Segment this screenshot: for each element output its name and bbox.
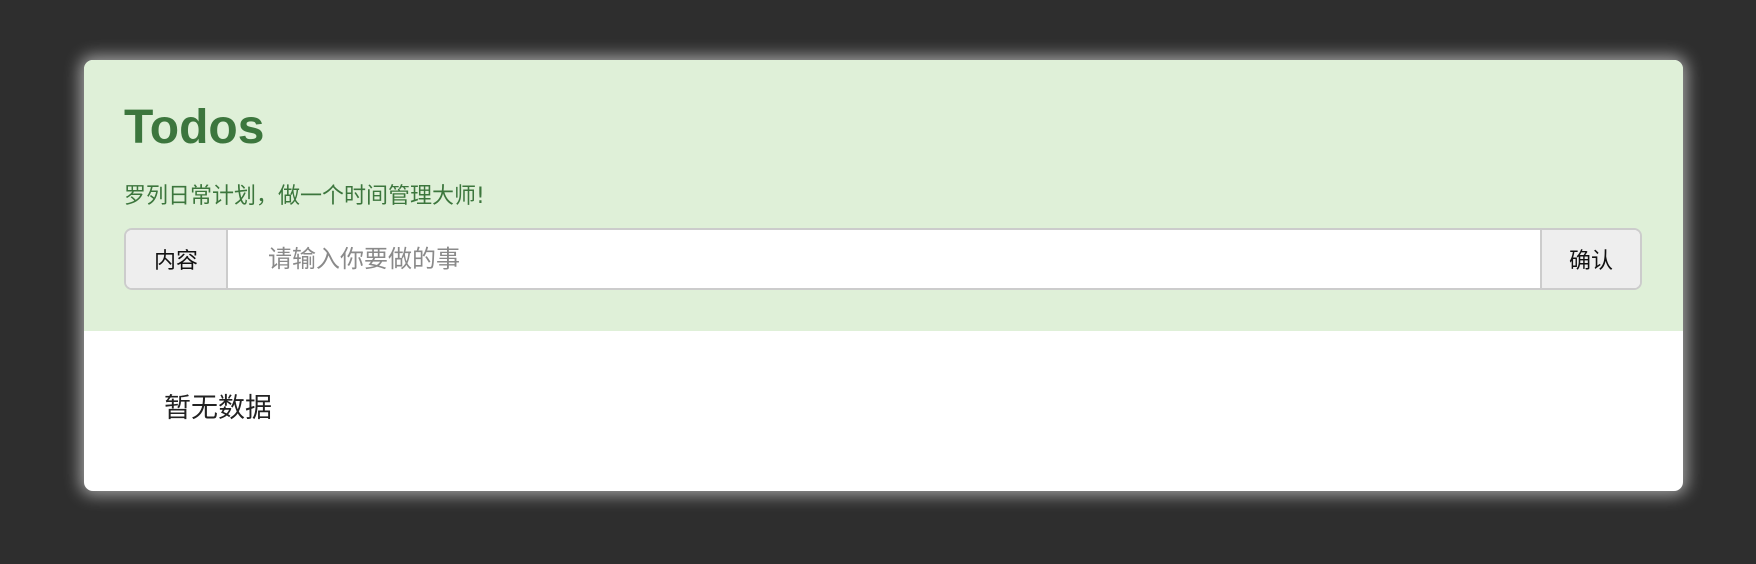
confirm-button[interactable]: 确认 <box>1540 230 1640 288</box>
todo-input[interactable] <box>228 230 1540 288</box>
add-todo-input-group: 内容 确认 <box>124 228 1642 290</box>
jumbotron-header: Todos 罗列日常计划，做一个时间管理大师! 内容 确认 <box>84 60 1683 331</box>
empty-state-text: 暂无数据 <box>164 393 272 424</box>
page-title: Todos <box>124 101 265 154</box>
content-label: 内容 <box>126 230 228 288</box>
todo-card: Todos 罗列日常计划，做一个时间管理大师! 内容 确认 暂无数据 <box>84 60 1683 491</box>
page-subtitle: 罗列日常计划，做一个时间管理大师! <box>124 184 485 209</box>
